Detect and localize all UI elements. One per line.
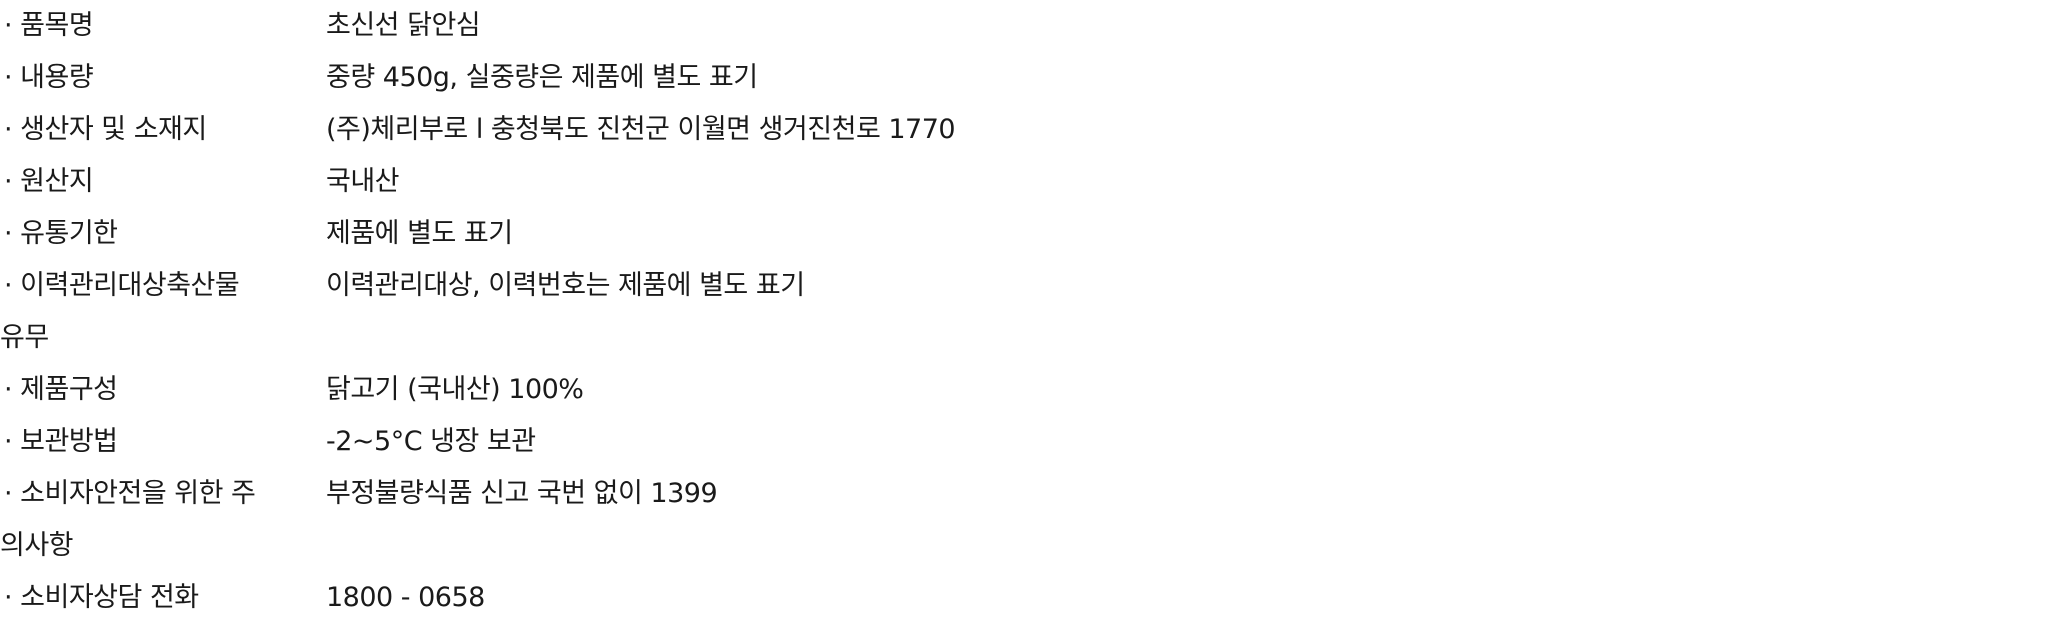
row-label-continuation: 의사항: [0, 530, 74, 561]
row-label: · 보관방법: [4, 426, 118, 457]
row-label: · 제품구성: [4, 374, 118, 405]
info-row-safety-notice: · 소비자안전을 위한 주 의사항 부정불량식품 신고 국번 없이 1399: [0, 468, 2052, 561]
row-value: 이력관리대상, 이력번호는 제품에 별도 표기: [326, 270, 805, 301]
info-row-traceability: · 이력관리대상축산물 유무 이력관리대상, 이력번호는 제품에 별도 표기: [0, 260, 2052, 353]
row-value: (주)체리부로 l 충청북도 진천군 이월면 생거진천로 1770: [326, 114, 956, 145]
info-row-producer: · 생산자 및 소재지 (주)체리부로 l 충청북도 진천군 이월면 생거진천로…: [0, 104, 2052, 156]
info-row-storage: · 보관방법 -2~5°C 냉장 보관: [0, 416, 2052, 468]
row-value: 국내산: [326, 166, 400, 197]
info-row-content-weight: · 내용량 중량 450g, 실중량은 제품에 별도 표기: [0, 52, 2052, 104]
row-label-text: · 소비자안전을 위한 주: [4, 478, 256, 509]
row-label: · 소비자안전을 위한 주 의사항: [0, 468, 324, 561]
row-label: · 유통기한: [4, 218, 118, 249]
row-value: -2~5°C 냉장 보관: [326, 426, 536, 457]
row-label: · 소비자상담 전화: [4, 582, 199, 613]
info-row-product-name: · 품목명 초신선 닭안심: [0, 0, 2052, 52]
row-label: · 이력관리대상축산물 유무: [0, 260, 324, 353]
row-label: · 내용량: [4, 62, 94, 93]
row-value: 1800 - 0658: [326, 582, 485, 613]
row-label-text: · 이력관리대상축산물: [4, 270, 240, 301]
row-value: 닭고기 (국내산) 100%: [326, 374, 584, 405]
row-value: 부정불량식품 신고 국번 없이 1399: [326, 478, 718, 509]
info-row-consumer-phone: · 소비자상담 전화 1800 - 0658: [0, 572, 2052, 624]
row-value: 제품에 별도 표기: [326, 218, 513, 249]
row-label: · 원산지: [4, 166, 94, 197]
info-row-composition: · 제품구성 닭고기 (국내산) 100%: [0, 364, 2052, 416]
row-value: 초신선 닭안심: [326, 10, 481, 41]
row-label: · 품목명: [4, 10, 94, 41]
info-row-origin: · 원산지 국내산: [0, 156, 2052, 208]
row-label-continuation: 유무: [0, 322, 49, 353]
info-row-expiry: · 유통기한 제품에 별도 표기: [0, 208, 2052, 260]
row-value: 중량 450g, 실중량은 제품에 별도 표기: [326, 62, 758, 93]
row-label: · 생산자 및 소재지: [4, 114, 207, 145]
